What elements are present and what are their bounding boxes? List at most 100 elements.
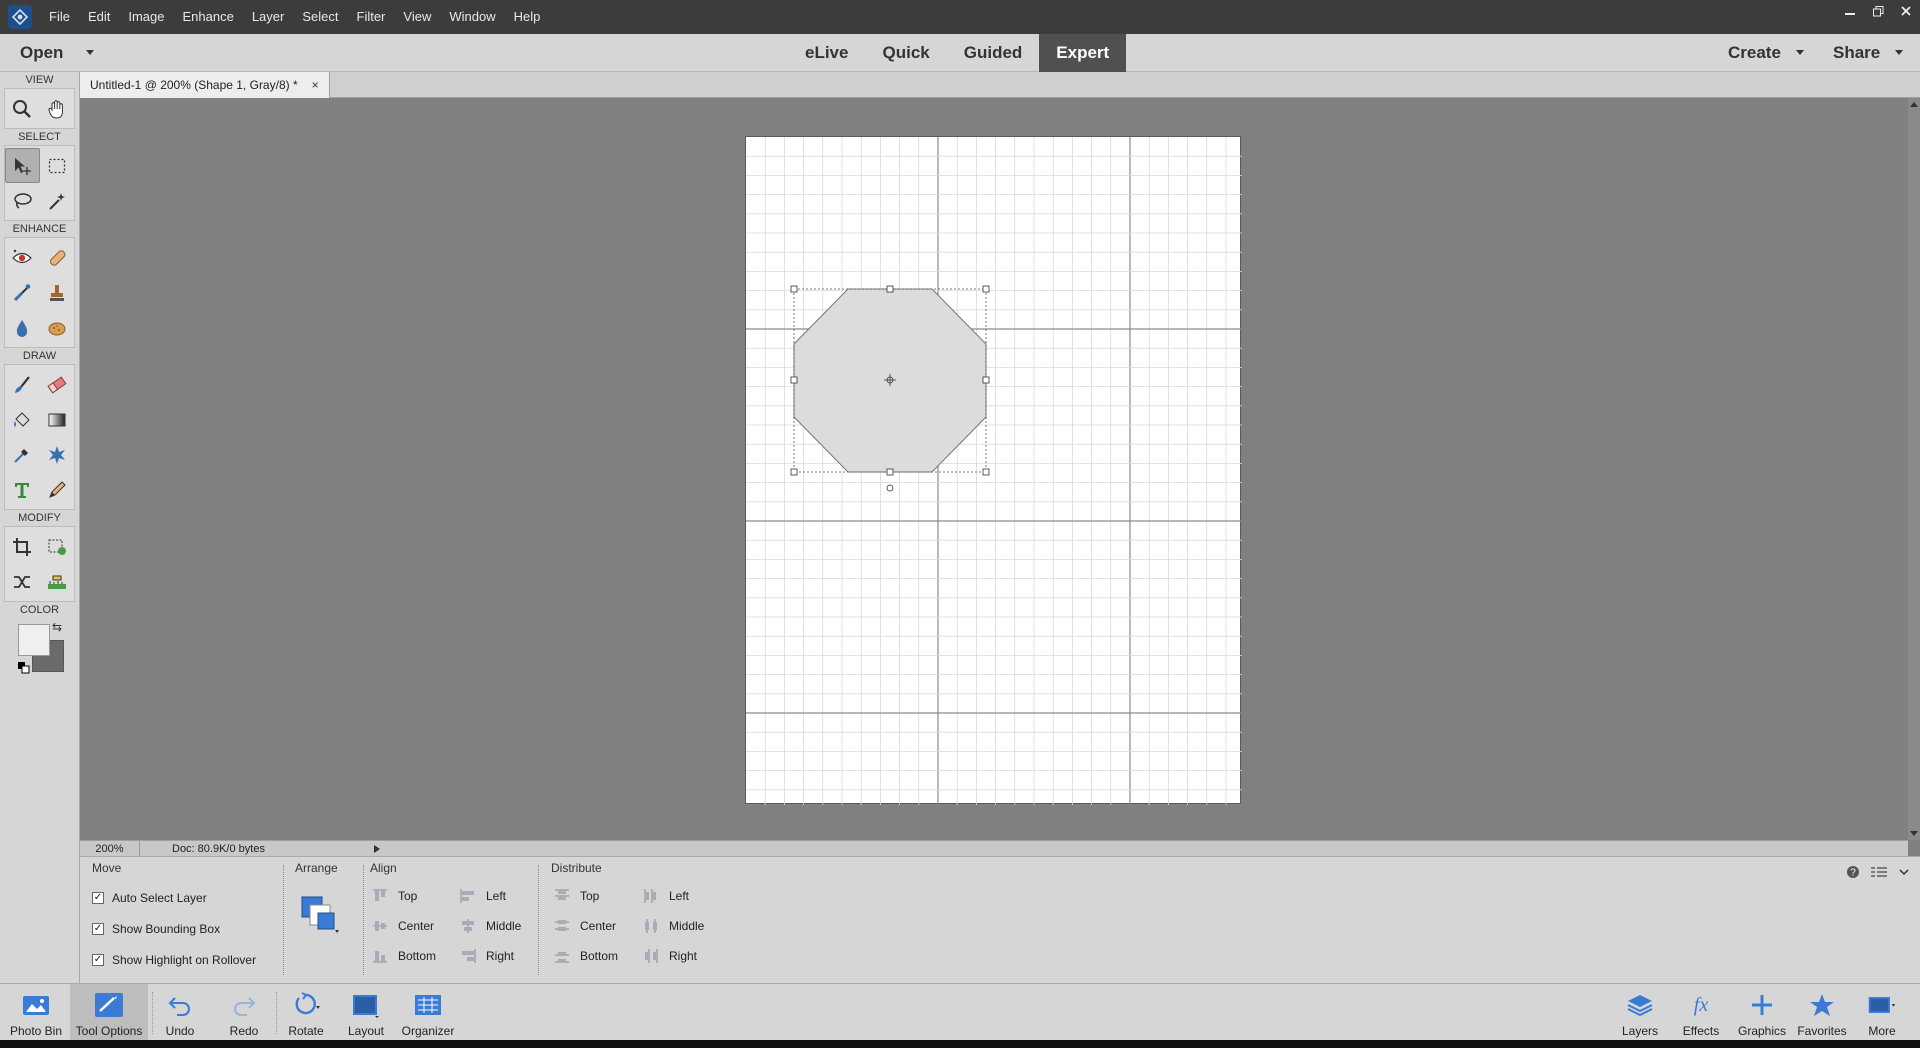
straighten-icon[interactable] bbox=[40, 564, 75, 599]
menu-edit[interactable]: Edit bbox=[79, 0, 119, 34]
lasso-icon[interactable] bbox=[5, 183, 40, 218]
rotate-handle[interactable] bbox=[886, 484, 894, 492]
tool-options-button[interactable]: Tool Options bbox=[70, 984, 148, 1041]
align-top-button[interactable]: Top bbox=[372, 889, 417, 903]
open-button[interactable]: Open bbox=[20, 34, 63, 72]
spot-healing-icon[interactable] bbox=[40, 240, 75, 275]
tab-elive[interactable]: eLive bbox=[788, 34, 865, 72]
menu-help[interactable]: Help bbox=[505, 0, 550, 34]
auto-select-layer-option[interactable]: ✓ Auto Select Layer bbox=[92, 891, 207, 905]
paint-bucket-icon[interactable] bbox=[5, 402, 40, 437]
tab-quick[interactable]: Quick bbox=[865, 34, 946, 72]
distribute-center-button[interactable]: Center bbox=[554, 919, 616, 933]
transform-handle[interactable] bbox=[982, 376, 990, 384]
transform-handle[interactable] bbox=[790, 376, 798, 384]
quick-selection-icon[interactable] bbox=[40, 183, 75, 218]
zoom-icon[interactable] bbox=[5, 91, 40, 126]
panel-menu-icon[interactable] bbox=[1870, 865, 1888, 879]
favorites-button[interactable]: Favorites bbox=[1796, 984, 1848, 1041]
scroll-up-icon[interactable] bbox=[1910, 102, 1918, 107]
transform-handle[interactable] bbox=[982, 285, 990, 293]
red-eye-icon[interactable] bbox=[5, 240, 40, 275]
auto-select-layer-checkbox[interactable]: ✓ bbox=[92, 892, 104, 904]
minimize-icon[interactable] bbox=[1836, 0, 1864, 22]
foreground-color-swatch[interactable] bbox=[18, 624, 50, 656]
app-logo[interactable] bbox=[0, 0, 40, 34]
eraser-icon[interactable] bbox=[40, 367, 75, 402]
recompose-icon[interactable] bbox=[40, 529, 75, 564]
open-dropdown-icon[interactable] bbox=[86, 50, 94, 55]
transform-handle[interactable] bbox=[886, 285, 894, 293]
layout-button[interactable]: Layout bbox=[344, 984, 388, 1041]
arrange-layers-icon[interactable] bbox=[298, 893, 344, 939]
share-button[interactable]: Share bbox=[1833, 34, 1880, 72]
clone-stamp-icon[interactable] bbox=[40, 275, 75, 310]
zoom-level[interactable]: 200% bbox=[80, 840, 140, 857]
show-bounding-box-checkbox[interactable]: ✓ bbox=[92, 923, 104, 935]
close-tab-icon[interactable]: × bbox=[312, 78, 319, 92]
custom-shape-icon[interactable] bbox=[40, 437, 75, 472]
gradient-icon[interactable] bbox=[40, 402, 75, 437]
create-dropdown-icon[interactable] bbox=[1796, 50, 1804, 55]
swap-colors-icon[interactable]: ⇆ bbox=[52, 620, 62, 634]
align-left-button[interactable]: Left bbox=[460, 889, 506, 903]
move-icon[interactable] bbox=[4, 148, 40, 183]
rotate-button[interactable]: Rotate bbox=[284, 984, 328, 1041]
layers-button[interactable]: Layers bbox=[1618, 984, 1662, 1041]
effects-button[interactable]: fx Effects bbox=[1679, 984, 1723, 1041]
redo-button[interactable]: Redo bbox=[224, 984, 264, 1041]
show-bounding-box-option[interactable]: ✓ Show Bounding Box bbox=[92, 922, 220, 936]
organizer-button[interactable]: Organizer bbox=[398, 984, 458, 1041]
marquee-icon[interactable] bbox=[40, 148, 75, 183]
show-highlight-option[interactable]: ✓ Show Highlight on Rollover bbox=[92, 953, 256, 967]
menu-select[interactable]: Select bbox=[293, 0, 347, 34]
transform-handle[interactable] bbox=[790, 468, 798, 476]
tab-guided[interactable]: Guided bbox=[947, 34, 1040, 72]
align-center-button[interactable]: Center bbox=[372, 919, 434, 933]
sponge-icon[interactable] bbox=[40, 310, 75, 345]
align-bottom-button[interactable]: Bottom bbox=[372, 949, 436, 963]
scroll-down-icon[interactable] bbox=[1910, 831, 1918, 836]
distribute-bottom-button[interactable]: Bottom bbox=[554, 949, 618, 963]
menu-view[interactable]: View bbox=[394, 0, 440, 34]
collapse-panel-icon[interactable] bbox=[1898, 866, 1910, 878]
vertical-scrollbar[interactable] bbox=[1908, 98, 1920, 840]
distribute-right-button[interactable]: Right bbox=[643, 949, 697, 963]
smart-brush-icon[interactable] bbox=[5, 275, 40, 310]
status-menu-arrow-icon[interactable] bbox=[374, 844, 380, 853]
more-button[interactable]: More bbox=[1862, 984, 1902, 1041]
menu-file[interactable]: File bbox=[40, 0, 79, 34]
hand-icon[interactable] bbox=[40, 91, 75, 126]
distribute-left-button[interactable]: Left bbox=[643, 889, 689, 903]
menu-window[interactable]: Window bbox=[440, 0, 504, 34]
graphics-button[interactable]: Graphics bbox=[1736, 984, 1788, 1041]
close-icon[interactable] bbox=[1892, 0, 1920, 22]
transform-handle[interactable] bbox=[982, 468, 990, 476]
eyedropper-icon[interactable] bbox=[5, 437, 40, 472]
transform-handle[interactable] bbox=[886, 468, 894, 476]
menu-filter[interactable]: Filter bbox=[348, 0, 395, 34]
crop-icon[interactable] bbox=[5, 529, 40, 564]
menu-layer[interactable]: Layer bbox=[243, 0, 294, 34]
tab-expert[interactable]: Expert bbox=[1039, 34, 1127, 72]
undo-button[interactable]: Undo bbox=[160, 984, 200, 1041]
create-button[interactable]: Create bbox=[1728, 34, 1781, 72]
restore-icon[interactable] bbox=[1864, 0, 1892, 22]
pencil-icon[interactable] bbox=[40, 472, 75, 507]
show-highlight-checkbox[interactable]: ✓ bbox=[92, 954, 104, 966]
distribute-middle-button[interactable]: Middle bbox=[643, 919, 704, 933]
document-canvas[interactable] bbox=[745, 136, 1242, 805]
default-colors-icon[interactable] bbox=[18, 662, 30, 674]
blur-icon[interactable] bbox=[5, 310, 40, 345]
share-dropdown-icon[interactable] bbox=[1895, 50, 1903, 55]
align-middle-button[interactable]: Middle bbox=[460, 919, 521, 933]
brush-icon[interactable] bbox=[5, 367, 40, 402]
distribute-top-button[interactable]: Top bbox=[554, 889, 599, 903]
menu-enhance[interactable]: Enhance bbox=[174, 0, 243, 34]
document-tab[interactable]: Untitled-1 @ 200% (Shape 1, Gray/8) * × bbox=[80, 72, 330, 98]
align-right-button[interactable]: Right bbox=[460, 949, 514, 963]
help-icon[interactable]: ? bbox=[1846, 865, 1860, 879]
photo-bin-button[interactable]: Photo Bin bbox=[8, 984, 64, 1041]
type-icon[interactable] bbox=[5, 472, 40, 507]
transform-handle[interactable] bbox=[790, 285, 798, 293]
